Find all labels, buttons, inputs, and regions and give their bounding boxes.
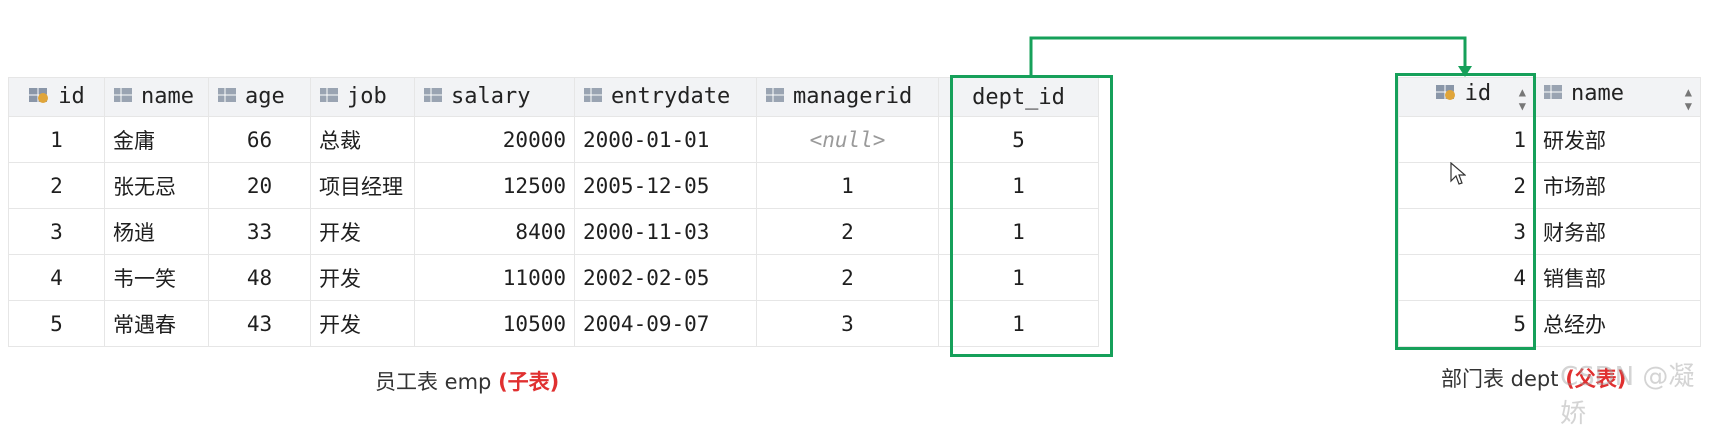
- emp-col-salary[interactable]: salary: [414, 77, 575, 117]
- dept-id-highlight: [950, 75, 1113, 357]
- cell-job[interactable]: 项目经理: [310, 162, 415, 209]
- cell-id[interactable]: 3: [8, 208, 105, 255]
- mouse-cursor-icon: [1450, 162, 1466, 185]
- emp-col-name[interactable]: name: [104, 77, 209, 117]
- cell-managerid[interactable]: <null>: [756, 116, 939, 163]
- cell-managerid[interactable]: 1: [756, 162, 939, 209]
- cell-salary[interactable]: 10500: [414, 300, 575, 347]
- primary-key-icon: [28, 85, 50, 110]
- cell-salary[interactable]: 12500: [414, 162, 575, 209]
- cell-age[interactable]: 66: [208, 116, 311, 163]
- column-icon: [765, 85, 785, 110]
- cell-name[interactable]: 销售部: [1534, 254, 1701, 301]
- cell-entrydate[interactable]: 2005-12-05: [574, 162, 757, 209]
- cell-name[interactable]: 杨逍: [104, 208, 209, 255]
- cell-salary[interactable]: 8400: [414, 208, 575, 255]
- cell-job[interactable]: 开发: [310, 208, 415, 255]
- cell-entrydate[interactable]: 2000-11-03: [574, 208, 757, 255]
- emp-col-job[interactable]: job: [310, 77, 415, 117]
- column-icon: [583, 85, 603, 110]
- emp-col-age[interactable]: age: [208, 77, 311, 117]
- cell-name[interactable]: 市场部: [1534, 162, 1701, 209]
- column-icon: [423, 85, 443, 110]
- emp-col-managerid[interactable]: managerid: [756, 77, 939, 117]
- cell-name[interactable]: 金庸: [104, 116, 209, 163]
- cell-id[interactable]: 5: [8, 300, 105, 347]
- cell-job[interactable]: 总裁: [310, 116, 415, 163]
- cell-entrydate[interactable]: 2002-02-05: [574, 254, 757, 301]
- sort-icon[interactable]: ▲ ▼: [1685, 85, 1692, 113]
- column-icon: [1543, 82, 1563, 107]
- emp-table: id name age job salary entrydate manager…: [8, 77, 1099, 347]
- cell-id[interactable]: 2: [8, 162, 105, 209]
- watermark: CSDN @凝娇: [1560, 362, 1695, 429]
- dept-col-name[interactable]: name ▲ ▼: [1534, 77, 1701, 117]
- table-row[interactable]: 4 韦一笑 48 开发 11000 2002-02-05 2 1: [8, 254, 1099, 301]
- cell-age[interactable]: 33: [208, 208, 311, 255]
- cell-age[interactable]: 48: [208, 254, 311, 301]
- cell-managerid[interactable]: 3: [756, 300, 939, 347]
- cell-age[interactable]: 43: [208, 300, 311, 347]
- cell-managerid[interactable]: 2: [756, 254, 939, 301]
- column-icon: [319, 85, 339, 110]
- table-row[interactable]: 5 常遇春 43 开发 10500 2004-09-07 3 1: [8, 300, 1099, 347]
- cell-job[interactable]: 开发: [310, 300, 415, 347]
- cell-salary[interactable]: 20000: [414, 116, 575, 163]
- table-row[interactable]: 1 金庸 66 总裁 20000 2000-01-01 <null> 5: [8, 116, 1099, 163]
- cell-age[interactable]: 20: [208, 162, 311, 209]
- cell-id[interactable]: 4: [8, 254, 105, 301]
- cell-id[interactable]: 1: [8, 116, 105, 163]
- column-icon: [113, 85, 133, 110]
- cell-job[interactable]: 开发: [310, 254, 415, 301]
- cell-name[interactable]: 财务部: [1534, 208, 1701, 255]
- cell-name[interactable]: 张无忌: [104, 162, 209, 209]
- cell-name[interactable]: 常遇春: [104, 300, 209, 347]
- id-highlight: [1395, 73, 1536, 350]
- emp-col-id[interactable]: id: [8, 77, 105, 117]
- cell-name[interactable]: 研发部: [1534, 116, 1701, 163]
- column-icon: [217, 85, 237, 110]
- cell-managerid[interactable]: 2: [756, 208, 939, 255]
- table-row[interactable]: 3 杨逍 33 开发 8400 2000-11-03 2 1: [8, 208, 1099, 255]
- emp-header-row: id name age job salary entrydate manager…: [8, 77, 1099, 117]
- emp-col-entrydate[interactable]: entrydate: [574, 77, 757, 117]
- cell-entrydate[interactable]: 2004-09-07: [574, 300, 757, 347]
- emp-caption: 员工表 emp (子表): [375, 370, 560, 394]
- cell-name[interactable]: 韦一笑: [104, 254, 209, 301]
- cell-salary[interactable]: 11000: [414, 254, 575, 301]
- cell-entrydate[interactable]: 2000-01-01: [574, 116, 757, 163]
- cell-name[interactable]: 总经办: [1534, 300, 1701, 347]
- table-row[interactable]: 2 张无忌 20 项目经理 12500 2005-12-05 1 1: [8, 162, 1099, 209]
